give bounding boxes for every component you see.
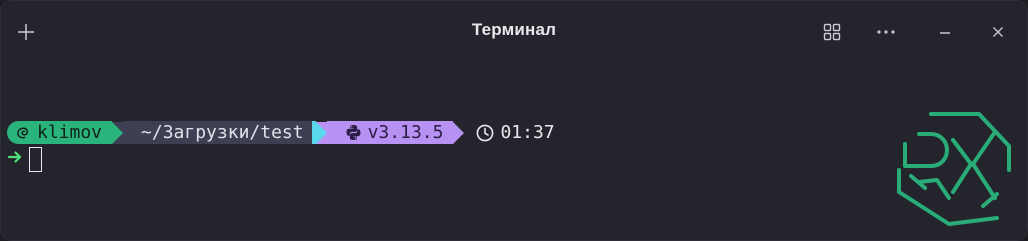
segment-separator [315,121,327,144]
debian-swirl-icon [15,125,31,141]
input-line[interactable] [7,145,42,173]
grid-icon [823,23,841,41]
arrow-right-icon [7,149,23,170]
segment-separator [453,121,465,144]
close-button[interactable] [984,18,1012,46]
python-segment: v3.13.5 [326,121,454,144]
user-segment: klimov [7,121,113,144]
minimize-icon [938,25,952,39]
time-segment: 01:37 [464,121,555,144]
watermark-logo [891,110,1017,228]
terminal-area[interactable]: klimov ~/Загрузки/test v3.13.5 01:37 [1,63,1027,240]
tabs-overview-button[interactable] [818,18,846,46]
username: klimov [37,122,103,143]
clock-icon [476,124,494,142]
text-cursor [29,146,42,172]
shell-prompt: klimov ~/Загрузки/test v3.13.5 01:37 [7,121,555,144]
python-icon [345,124,362,141]
current-directory: ~/Загрузки/test [141,122,304,143]
ellipsis-icon [876,29,896,35]
python-version: v3.13.5 [367,122,444,143]
terminal-window: Терминал klimov ~/Загрузки/test v3.13.5 … [0,0,1028,241]
main-menu-button[interactable] [872,18,900,46]
path-segment: ~/Загрузки/test [123,121,312,144]
title-bar: Терминал [1,1,1027,63]
minimize-button[interactable] [931,18,959,46]
segment-separator [112,121,124,144]
prompt-time: 01:37 [500,122,555,143]
close-icon [991,25,1005,39]
